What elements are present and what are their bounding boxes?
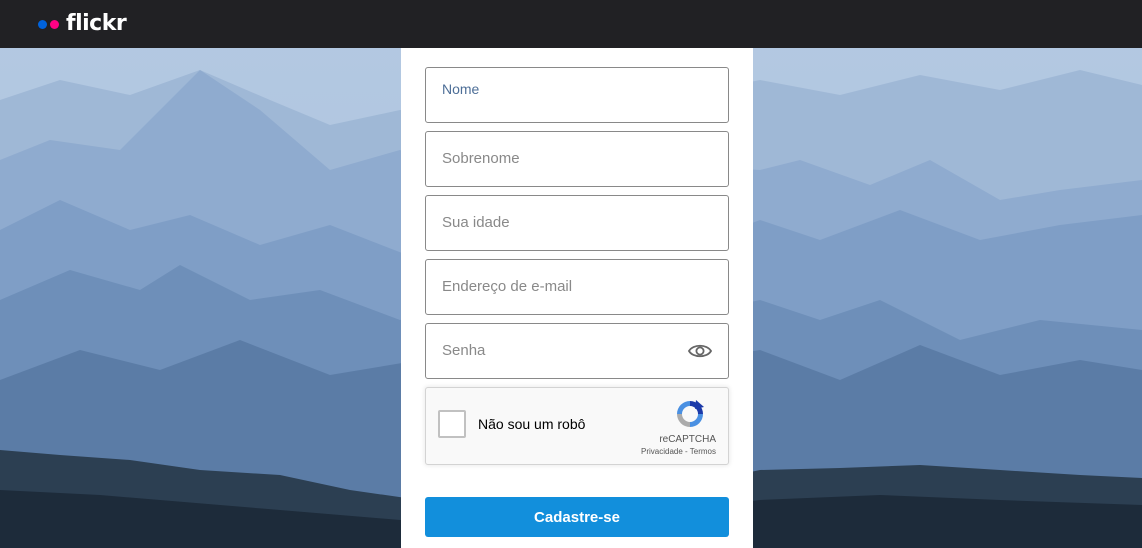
- email-label: Endereço de e-mail: [442, 278, 573, 295]
- age-label: Sua idade: [442, 214, 510, 231]
- last-name-label: Sobrenome: [442, 150, 520, 167]
- email-field[interactable]: Endereço de e-mail: [425, 259, 729, 315]
- top-navigation-bar: flickr: [0, 0, 1142, 48]
- signup-submit-button[interactable]: Cadastre-se: [425, 497, 729, 537]
- password-field[interactable]: Senha: [425, 323, 729, 379]
- recaptcha-terms-link[interactable]: Termos: [690, 447, 716, 456]
- first-name-field[interactable]: Nome: [425, 67, 729, 123]
- flickr-dots-icon: [38, 19, 59, 29]
- signup-form-panel: Nome Sobrenome Sua idade Endereço de e-m…: [401, 48, 753, 548]
- recaptcha-link-separator: -: [682, 447, 690, 456]
- logo-wordmark: flickr: [66, 11, 127, 36]
- recaptcha-links: Privacidade - Termos: [641, 447, 716, 456]
- recaptcha-brand: reCAPTCHA: [659, 434, 716, 445]
- eye-icon[interactable]: [688, 341, 712, 361]
- recaptcha-widget: Não sou um robô reCAPTCHA Privacidade - …: [425, 387, 729, 465]
- recaptcha-logo-icon: [677, 400, 704, 427]
- first-name-label: Nome: [442, 81, 480, 97]
- signup-page: flickr Nome Sobrenome Sua idade Endereço…: [0, 0, 1142, 548]
- last-name-field[interactable]: Sobrenome: [425, 131, 729, 187]
- recaptcha-label: Não sou um robô: [478, 416, 586, 432]
- age-field[interactable]: Sua idade: [425, 195, 729, 251]
- recaptcha-checkbox[interactable]: [438, 410, 466, 438]
- pink-dot: [50, 19, 59, 29]
- recaptcha-privacy-link[interactable]: Privacidade: [641, 447, 683, 456]
- flickr-logo[interactable]: flickr: [38, 10, 127, 38]
- blue-dot: [38, 19, 47, 29]
- password-label: Senha: [442, 342, 486, 359]
